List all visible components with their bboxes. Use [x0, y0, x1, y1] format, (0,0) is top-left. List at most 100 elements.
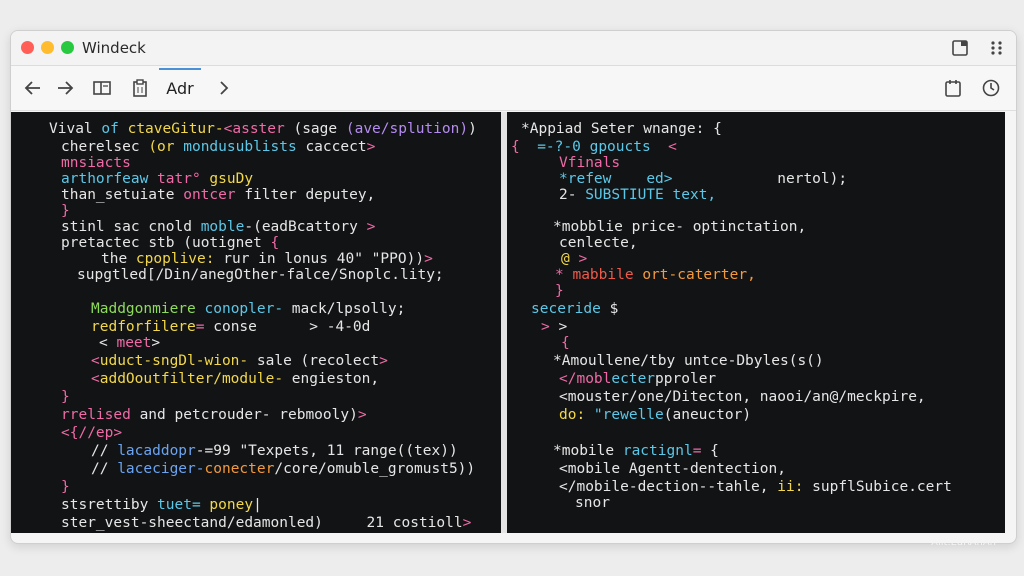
code-token: { — [710, 443, 719, 459]
code-token: text, — [672, 187, 717, 203]
code-line: } — [61, 388, 70, 406]
code-token: *Amoullene/tby — [553, 353, 684, 369]
code-token: engieston, — [283, 371, 380, 387]
close-window-button[interactable] — [21, 41, 34, 54]
code-token: < — [91, 371, 100, 387]
code-token: > — [578, 251, 588, 267]
code-token: "rewelle — [593, 407, 664, 423]
code-token: Seter — [590, 121, 644, 137]
code-line: than_setuiate ontcer filter deputey, — [61, 186, 375, 204]
clipboard-icon[interactable] — [130, 78, 150, 98]
code-token: supflSubice.cert — [812, 479, 952, 495]
code-line: < meet> — [99, 334, 160, 352]
code-token: } — [555, 283, 564, 299]
code-token: Agentt-dentection, — [628, 461, 786, 477]
code-token: ster_vest-sheectand/edamonled) — [61, 515, 367, 531]
code-token: $ — [609, 301, 619, 317]
code-token: "PPO)) — [371, 251, 425, 267]
code-line: *mobile ractignl= { — [553, 442, 719, 460]
code-token: (aneuctor) — [663, 407, 752, 423]
code-token: =-?-0 — [537, 139, 590, 155]
code-token: uduct-sngDl-wion- — [99, 353, 257, 369]
code-line: ster_vest-sheectand/edamonled) 21 costio… — [61, 514, 471, 532]
code-token: the — [101, 251, 136, 267]
code-line: stsrettiby tuet= poney| — [61, 496, 262, 514]
code-line: <uduct-sngDl-wion- sale (recolect> — [91, 352, 388, 370]
code-token: * — [555, 267, 573, 283]
code-token: ) — [468, 121, 477, 137]
code-token: *Appiad — [521, 121, 591, 137]
code-token: < — [99, 335, 117, 351]
code-token: *mobile — [553, 443, 623, 459]
code-token: > — [309, 319, 327, 335]
code-line: <mouster/one/Ditecton, naooi/an@/meckpir… — [559, 388, 926, 406]
code-token: -(eadBcattory — [244, 219, 367, 235]
code-token: 40" — [336, 251, 372, 267]
code-token: } — [61, 479, 70, 495]
sidebar-panel-icon[interactable] — [92, 78, 112, 98]
code-token: naooi/an@/meckpire, — [759, 389, 926, 405]
code-token: 2- — [559, 187, 586, 203]
code-editor-left[interactable]: Vival of ctaveGitur-<asster (sage (ave/s… — [11, 112, 501, 533]
code-line: <{//ep> — [61, 424, 122, 442]
code-token: > — [151, 335, 161, 351]
notes-icon[interactable] — [943, 78, 963, 98]
code-token: of — [101, 121, 128, 137]
forward-arrow-icon[interactable] — [55, 78, 75, 98]
grid-menu-icon[interactable] — [988, 39, 1006, 57]
code-token: conecter — [204, 461, 275, 477]
code-token: ractignl — [622, 443, 693, 459]
code-token: in — [258, 251, 285, 267]
code-editor-right[interactable]: *Appiad Seter wnange: {{ =-?-0 gpoucts <… — [507, 112, 1005, 533]
clock-icon[interactable] — [981, 78, 1001, 98]
code-token: rur — [223, 251, 259, 267]
code-token: /core/omuble_gromust5)) — [274, 461, 476, 477]
code-token: 21 — [366, 515, 393, 531]
code-token: rrelised — [61, 407, 140, 423]
code-token: moble — [200, 219, 245, 235]
code-line: snor — [575, 494, 610, 512]
code-token: | — [253, 497, 262, 513]
code-token: cnold — [148, 219, 201, 235]
code-token: lonus — [284, 251, 337, 267]
title-bar: Windeck — [11, 31, 1016, 66]
code-token: = — [692, 443, 711, 459]
back-arrow-icon[interactable] — [23, 78, 43, 98]
code-token: *refew — [559, 171, 647, 187]
tab-adr[interactable]: Adr — [159, 68, 201, 108]
code-line: seceride $ — [531, 300, 618, 318]
code-token: price- — [631, 219, 693, 235]
code-token: -=99 — [195, 443, 240, 459]
code-line: supgtled[/Din/anegOther-falce/Snoplc.lit… — [77, 266, 444, 284]
zoom-window-button[interactable] — [61, 41, 74, 54]
code-line: </moblecterpproler — [559, 370, 716, 388]
code-token: pretactec — [61, 235, 149, 251]
code-line: do: "rewelle(aneuctor) — [559, 406, 751, 424]
code-token: seceride — [531, 301, 610, 317]
code-line: </mobile-dection--tahle, ii: supflSubice… — [559, 478, 952, 496]
code-token: wnange: — [643, 121, 714, 137]
code-token: conse — [213, 319, 310, 335]
window-title: Windeck — [82, 39, 146, 57]
code-token: (sage — [293, 121, 346, 137]
code-token: stinl — [61, 219, 114, 235]
code-token: } — [61, 203, 70, 219]
code-token: untce-Dbyles(s() — [683, 353, 824, 369]
code-token: </mobile-dection--tahle, — [559, 479, 778, 495]
chevron-right-icon[interactable] — [214, 78, 234, 98]
minimize-window-button[interactable] — [41, 41, 54, 54]
toolbar: Adr — [11, 66, 1016, 111]
code-token: range((tex)) — [352, 443, 458, 459]
code-token: arthorfeaw — [61, 171, 158, 187]
code-token: > — [558, 319, 568, 335]
code-token: <{//ep> — [61, 425, 123, 441]
code-token: optinctation, — [692, 219, 807, 235]
code-token: mack/lpsolly; — [283, 301, 406, 317]
code-token: // — [91, 443, 118, 459]
code-token: > — [357, 407, 367, 423]
code-token: filter — [244, 187, 306, 203]
split-view-icon[interactable] — [951, 39, 969, 57]
code-token: > — [424, 251, 433, 267]
code-line: ptir:/mofi_entApontets corcer/conect/ont… — [61, 532, 489, 533]
code-token: (uotignet — [183, 235, 271, 251]
